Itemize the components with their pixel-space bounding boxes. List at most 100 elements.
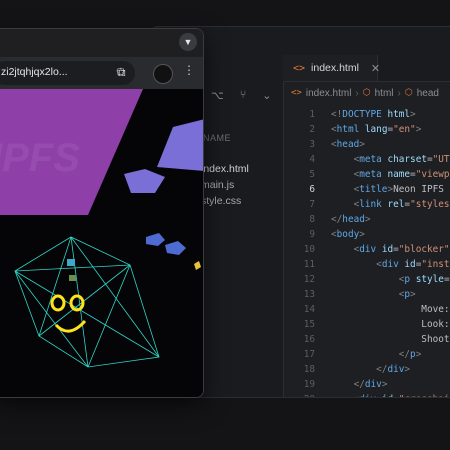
line-number: 13 [303, 289, 315, 300]
code-text[interactable]: Shoot: [331, 332, 450, 347]
line-number: 11 [303, 259, 315, 270]
line-number: 5 [309, 169, 315, 180]
code-line[interactable]: 3 <head> [283, 137, 450, 152]
code-text[interactable]: <body> [331, 227, 365, 242]
code-line[interactable]: 5 <meta name="viewpor [283, 167, 450, 182]
code-line[interactable]: 9 <body> [283, 227, 450, 242]
code-text[interactable]: </head> [331, 212, 371, 227]
lavender-hexagon [124, 169, 165, 193]
code-text[interactable]: <title>Neon IPFS Sh [331, 182, 450, 197]
line-number: 16 [303, 334, 315, 345]
code-line[interactable]: 17 </p> [283, 347, 450, 362]
html-file-icon: <> [293, 62, 306, 74]
tab-label: index.html [311, 62, 359, 74]
code-text[interactable]: <div id="instru [331, 257, 450, 272]
line-number: 4 [309, 154, 315, 165]
line-number: 18 [303, 364, 315, 375]
smiley-face [50, 294, 87, 333]
kebab-menu-icon[interactable]: ⋮ [183, 63, 195, 77]
game-viewport[interactable]: IPFS [0, 89, 203, 397]
code-line[interactable]: 2 <html lang="en"> [283, 122, 450, 137]
chevron-right-icon: › [355, 87, 359, 99]
code-line[interactable]: 7 <link rel="styleshe [283, 197, 450, 212]
element-icon: ⬡ [404, 88, 413, 98]
file-item-index-html[interactable]: index.html [201, 163, 249, 175]
code-line[interactable]: 8 </head> [283, 212, 450, 227]
code-text[interactable]: </div> [331, 377, 388, 392]
code-area[interactable]: 1 <!DOCTYPE html> 2 <html lang="en"> 3 <head>… [283, 107, 450, 397]
line-number: 20 [283, 392, 315, 397]
code-line[interactable]: 6 <title>Neon IPFS Sh [283, 182, 450, 197]
close-icon[interactable]: ✕ [371, 62, 380, 75]
line-number: 3 [309, 139, 315, 150]
lavender-panel [157, 119, 203, 171]
line-number: 12 [303, 274, 315, 285]
code-line[interactable]: 14 Move: W [283, 302, 450, 317]
browser-window: ▼ zi2jtqhjqx2lo... ☆ ⧉ ⋮ IPFS [0, 28, 204, 398]
breadcrumb-item-head[interactable]: head [417, 88, 439, 99]
code-line[interactable]: 11 <div id="instru [283, 257, 450, 272]
line-number: 7 [309, 199, 315, 210]
code-line[interactable]: 10 <div id="blocker"> [283, 242, 450, 257]
code-text[interactable]: <link rel="styleshe [331, 197, 450, 212]
code-line[interactable]: 12 <p style=" [283, 272, 450, 287]
url-text[interactable]: zi2jtqhjqx2lo... [1, 66, 101, 78]
browser-toolbar: zi2jtqhjqx2lo... ☆ ⧉ ⋮ [0, 57, 203, 89]
line-number: 9 [309, 229, 315, 240]
code-text[interactable]: <p> [331, 287, 416, 302]
code-text[interactable]: Move: W [331, 302, 450, 317]
code-line[interactable]: 4 <meta charset="UTF- [283, 152, 450, 167]
breadcrumb: <> index.html › ⬡ html › ⬡ head [291, 85, 450, 101]
chevron-down-icon[interactable]: ⌄ [262, 89, 271, 102]
blue-hexagon-small [146, 233, 165, 246]
file-item-main-js[interactable]: main.js [201, 179, 234, 191]
extensions-puzzle-icon[interactable]: ⧉ [117, 65, 126, 80]
line-number: 15 [303, 319, 315, 330]
code-line[interactable]: 16 Shoot: [283, 332, 450, 347]
html-file-icon: <> [291, 88, 302, 98]
code-text[interactable]: <head> [331, 137, 365, 152]
address-bar[interactable]: zi2jtqhjqx2lo... ☆ [0, 61, 135, 85]
line-number: 14 [303, 304, 315, 315]
line-number: 17 [303, 349, 315, 360]
code-text[interactable]: Look: M [331, 317, 450, 332]
line-number: 19 [303, 379, 315, 390]
ipfs-watermark-text: IPFS [0, 136, 80, 180]
chevron-right-icon: › [397, 87, 401, 99]
file-item-style-css[interactable]: style.css [201, 195, 241, 207]
code-text[interactable]: <meta name="viewpor [331, 167, 450, 182]
game-canvas[interactable]: IPFS [0, 89, 203, 397]
line-number: 8 [309, 214, 315, 225]
code-line[interactable]: 20 <div id="crosshair" [283, 392, 450, 397]
code-text[interactable]: <div id="crosshair" [331, 392, 450, 397]
code-text[interactable]: </div> [331, 362, 410, 377]
tab-index-html[interactable]: <> index.html ✕ [283, 55, 380, 81]
line-number: 2 [309, 124, 315, 135]
explorer-section-header: NAME [203, 133, 232, 143]
code-text[interactable]: <!DOCTYPE html> [331, 107, 416, 122]
code-line[interactable]: 19 </div> [283, 377, 450, 392]
code-text[interactable]: <meta charset="UTF- [331, 152, 450, 167]
browser-tabstrip: ▼ [0, 29, 203, 57]
code-line[interactable]: 13 <p> [283, 287, 450, 302]
tab-search-dropdown-icon[interactable]: ▼ [179, 33, 197, 51]
wireframe-enemy [14, 236, 160, 368]
code-line[interactable]: 1 <!DOCTYPE html> [283, 107, 450, 122]
code-text[interactable]: <html lang="en"> [331, 122, 421, 137]
breadcrumb-item-html[interactable]: html [375, 88, 394, 99]
branch-icon[interactable]: ⑂ [240, 89, 247, 102]
breadcrumb-item-file[interactable]: index.html [306, 88, 352, 99]
line-number: 6 [309, 184, 315, 195]
code-line[interactable]: 18 </div> [283, 362, 450, 377]
source-control-icon[interactable]: ⌥ [211, 89, 224, 102]
code-text[interactable]: </p> [331, 347, 422, 362]
editor-tabbar: <> index.html ✕ [283, 55, 450, 82]
code-text[interactable]: <div id="blocker"> [331, 242, 450, 257]
profile-avatar[interactable] [153, 64, 173, 84]
green-cube [69, 275, 76, 281]
code-line[interactable]: 15 Look: M [283, 317, 450, 332]
teal-cube [67, 259, 75, 266]
line-number: 10 [303, 244, 315, 255]
code-text[interactable]: <p style=" [331, 272, 450, 287]
line-number: 1 [309, 109, 315, 120]
